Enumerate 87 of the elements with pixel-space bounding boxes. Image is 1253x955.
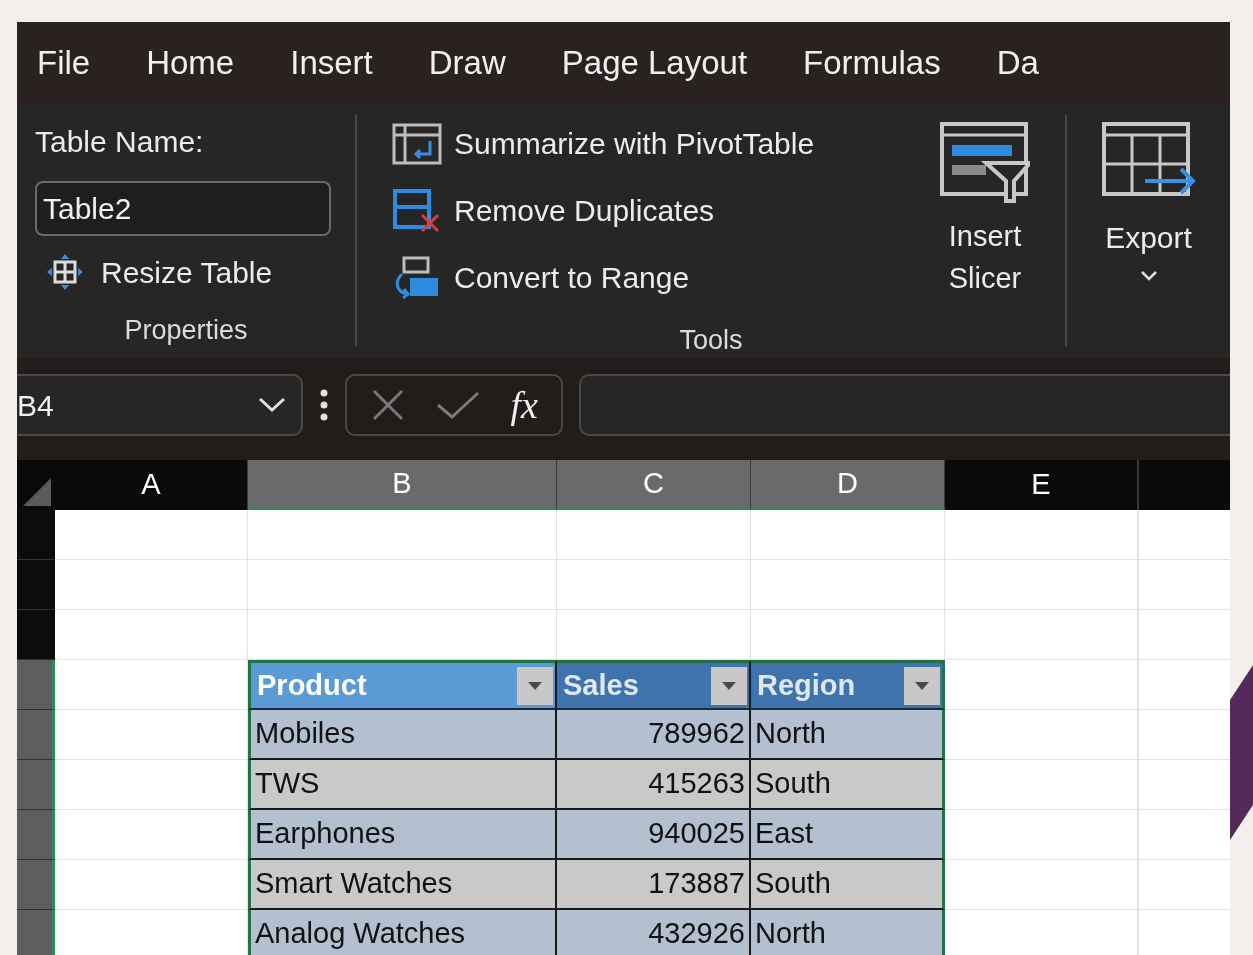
grid-cell[interactable]: [945, 710, 1138, 760]
menu-tab[interactable]: Home: [146, 37, 235, 88]
table-cell: 432926: [557, 910, 751, 955]
grid-cell[interactable]: [751, 510, 945, 560]
pivot-table-icon: [392, 122, 442, 165]
grid-cell[interactable]: [557, 510, 751, 560]
grid-cell[interactable]: [55, 610, 248, 660]
grid-cell[interactable]: [945, 660, 1138, 710]
tool-button[interactable]: Summarize with PivotTable: [392, 121, 917, 166]
column-header[interactable]: [1138, 460, 1230, 510]
grid-cell[interactable]: [1138, 760, 1230, 810]
menu-tab[interactable]: Da: [996, 37, 1039, 88]
more-icon[interactable]: [319, 389, 329, 421]
grid-cell[interactable]: [751, 560, 945, 610]
table-name-label: Table Name:: [35, 124, 205, 160]
grid-cell[interactable]: [1138, 860, 1230, 910]
row-header[interactable]: [17, 860, 55, 910]
export-button[interactable]: Export: [1100, 121, 1197, 301]
group-label: Tools: [679, 324, 743, 357]
grid-cell[interactable]: [248, 510, 557, 560]
column-header[interactable]: E: [945, 460, 1138, 510]
table-cell: North: [751, 710, 945, 760]
table-header-cell[interactable]: Sales: [557, 660, 751, 710]
table-cell: North: [751, 910, 945, 955]
formula-field[interactable]: [579, 374, 1230, 436]
menu-tab[interactable]: Draw: [428, 37, 506, 88]
tool-button[interactable]: Remove Duplicates: [392, 188, 917, 233]
grid-cell[interactable]: [945, 860, 1138, 910]
tool-button[interactable]: Convert to Range: [392, 255, 917, 300]
resize-table-icon: [45, 254, 85, 290]
row-header[interactable]: [17, 660, 55, 710]
row-header[interactable]: [17, 810, 55, 860]
chevron-down-icon: [257, 396, 287, 414]
table-cell: 173887: [557, 860, 751, 910]
grid-cell[interactable]: [945, 760, 1138, 810]
column-header[interactable]: B: [248, 460, 557, 510]
menu-tab[interactable]: Formulas: [803, 37, 941, 88]
row-header[interactable]: [17, 910, 55, 955]
column-header[interactable]: D: [751, 460, 945, 510]
menu-tab[interactable]: Insert: [290, 37, 373, 88]
grid-cell[interactable]: [1138, 510, 1230, 560]
table-cell: TWS: [248, 760, 557, 810]
grid-cell[interactable]: [945, 810, 1138, 860]
table-cell: East: [751, 810, 945, 860]
grid-cell[interactable]: [1138, 610, 1230, 660]
table-header-cell[interactable]: Region: [751, 660, 945, 710]
grid-cell[interactable]: [945, 510, 1138, 560]
menu-tab[interactable]: Page Layout: [561, 37, 748, 88]
grid-cell[interactable]: [248, 560, 557, 610]
row-header[interactable]: [17, 760, 55, 810]
slicer-icon: [940, 121, 1030, 203]
insert-slicer-button[interactable]: Insert Slicer: [935, 121, 1035, 300]
table-cell: Analog Watches: [248, 910, 557, 955]
check-icon[interactable]: [436, 389, 481, 421]
grid-cell[interactable]: [945, 560, 1138, 610]
table-cell: South: [751, 860, 945, 910]
chevron-down-icon: [1139, 270, 1158, 282]
table-cell: 940025: [557, 810, 751, 860]
grid-cell[interactable]: [945, 610, 1138, 660]
table-cell: Earphones: [248, 810, 557, 860]
grid-cell[interactable]: [1138, 710, 1230, 760]
filter-dropdown-icon[interactable]: [904, 666, 940, 705]
table-cell: Smart Watches: [248, 860, 557, 910]
table-name-field[interactable]: Table2: [35, 181, 331, 236]
remove-duplicates-icon: [392, 188, 442, 233]
grid-cell[interactable]: [557, 560, 751, 610]
table-cell: 789962: [557, 710, 751, 760]
row-header[interactable]: [17, 560, 55, 610]
table-cell: Mobiles: [248, 710, 557, 760]
grid-cell[interactable]: [55, 560, 248, 610]
filter-dropdown-icon[interactable]: [517, 666, 553, 705]
insert-function-button[interactable]: fx: [510, 376, 538, 434]
column-header[interactable]: A: [55, 460, 248, 510]
name-box[interactable]: B4: [17, 374, 303, 436]
grid-cell[interactable]: [55, 510, 248, 560]
group-label: Properties: [123, 314, 249, 347]
column-header[interactable]: C: [557, 460, 751, 510]
table-cell: 415263: [557, 760, 751, 810]
row-header[interactable]: [17, 610, 55, 660]
row-header[interactable]: [17, 710, 55, 760]
table-cell: South: [751, 760, 945, 810]
grid-cell[interactable]: [1138, 560, 1230, 610]
menu-tab[interactable]: File: [37, 37, 91, 88]
filter-dropdown-icon[interactable]: [711, 666, 747, 705]
grid-cell[interactable]: [1138, 660, 1230, 710]
grid-cell[interactable]: [1138, 810, 1230, 860]
resize-table-button[interactable]: Resize Table: [45, 252, 355, 292]
